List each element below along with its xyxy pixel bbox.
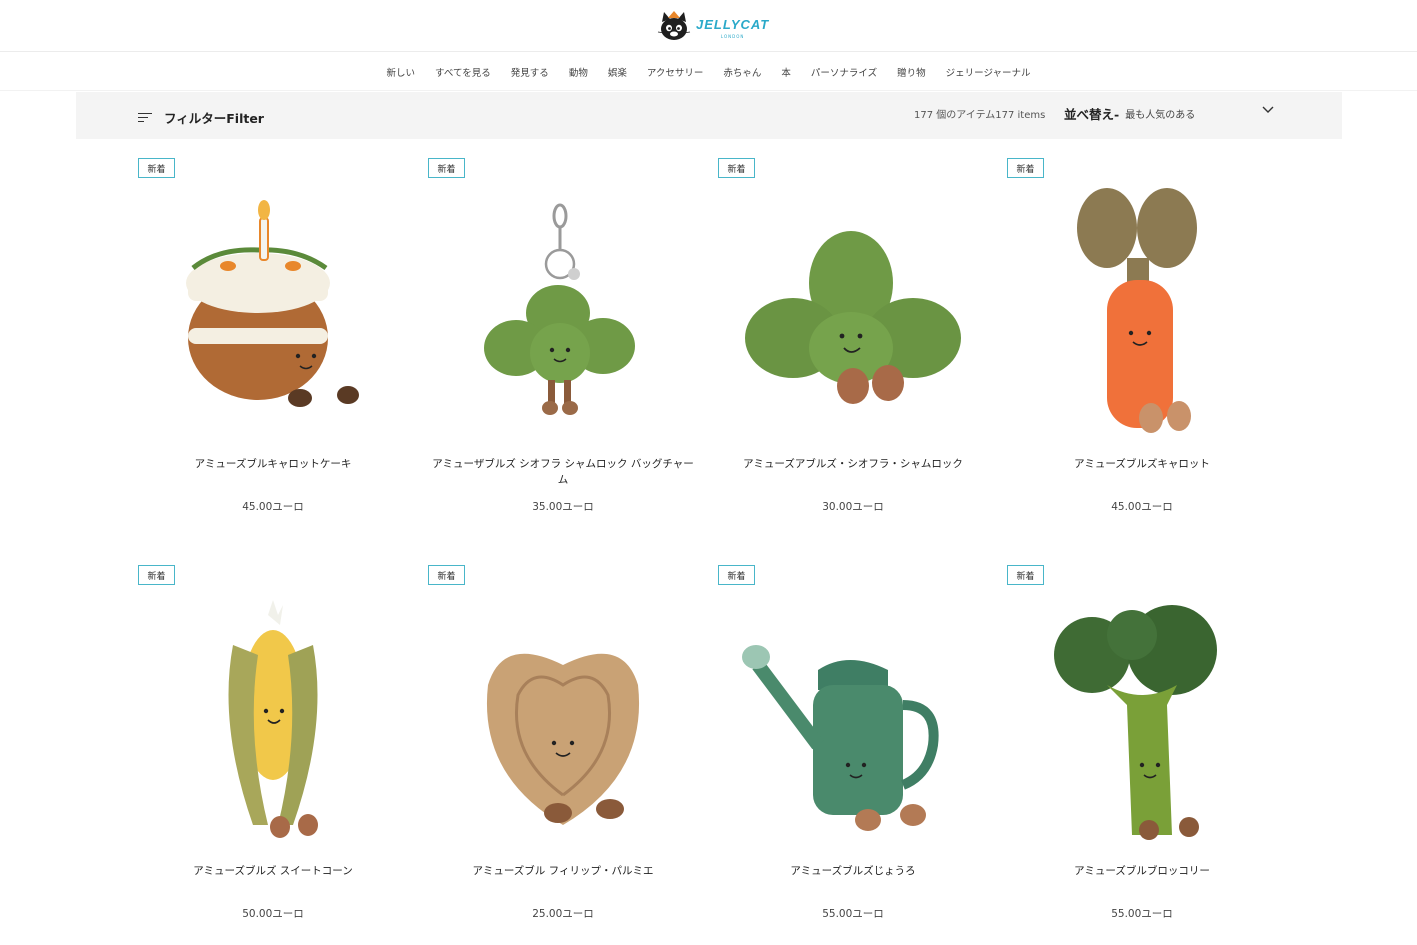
product-price: 25.00ユーロ	[532, 908, 594, 920]
cat-logo-icon	[657, 11, 691, 40]
product-price: 45.00ユーロ	[1111, 501, 1173, 513]
product-price: 45.00ユーロ	[242, 501, 304, 513]
product-card[interactable]: 新着 アミューズブルブロッコリー 55.00ユーロ	[1007, 565, 1277, 945]
product-card[interactable]: 新着 アミューズブル フィリップ・パルミエ 25.00ユーロ	[428, 565, 698, 945]
nav-item-gifts[interactable]: 贈り物	[897, 65, 926, 79]
product-name[interactable]: アミューズブルズ スイートコーン	[138, 863, 408, 879]
nav-item-amuseables[interactable]: 娯楽	[608, 65, 627, 79]
product-card[interactable]: 新着 アミューズアブルズ・シオフラ・シャムロック 30.00ユーロ	[718, 158, 988, 538]
product-card[interactable]: 新着 アミューズブルズ スイートコーン 50.00ユーロ	[138, 565, 408, 945]
broccoli-plush-icon[interactable]	[1027, 595, 1257, 845]
shamrock-bag-charm-plush-icon[interactable]	[448, 188, 678, 438]
nav-item-personalise[interactable]: パーソナライズ	[811, 65, 877, 79]
product-name[interactable]: アミューズアブルズ・シオフラ・シャムロック	[718, 456, 988, 472]
product-price: 50.00ユーロ	[242, 908, 304, 920]
sweetcorn-plush-icon[interactable]	[158, 595, 388, 845]
product-card[interactable]: 新着 アミューズブルズキャロット 45.00ユーロ	[1007, 158, 1277, 538]
product-price: 55.00ユーロ	[1111, 908, 1173, 920]
filter-button[interactable]: フィルターFilter	[138, 108, 264, 127]
main-nav: 新しい すべてを見る 発見する 動物 娯楽 アクセサリー 赤ちゃん 本 パーソナ…	[0, 53, 1417, 91]
brand-logo[interactable]: JELLYCAT LONDON	[656, 8, 769, 44]
product-card[interactable]: 新着 アミューザブルズ シオフラ シャムロック バッグチャーム 35.00ユーロ	[428, 158, 698, 538]
nav-item-baby[interactable]: 赤ちゃん	[723, 65, 761, 79]
nav-item-animals[interactable]: 動物	[569, 65, 588, 79]
filter-icon	[138, 112, 152, 124]
new-badge: 新着	[718, 158, 755, 178]
sort-label: 並べ替え-	[1064, 107, 1120, 122]
product-name[interactable]: アミューズブル フィリップ・パルミエ	[428, 863, 698, 879]
product-name[interactable]: アミューザブルズ シオフラ シャムロック バッグチャーム	[428, 456, 698, 488]
product-price: 55.00ユーロ	[822, 908, 884, 920]
sort-select[interactable]: 並べ替え- 最も人気のある	[1064, 104, 1195, 123]
product-card[interactable]: 新着 アミューズブルキャロットケーキ 45.00ユーロ	[138, 158, 408, 538]
nav-item-discover[interactable]: 発見する	[511, 65, 549, 79]
product-card[interactable]: 新着 アミューズブルズじょうろ 55.00ユーロ	[718, 565, 988, 945]
new-badge: 新着	[1007, 565, 1044, 585]
nav-item-journal[interactable]: ジェリージャーナル	[946, 65, 1031, 79]
new-badge: 新着	[428, 158, 465, 178]
sort-value: 最も人気のある	[1125, 110, 1196, 121]
site-header: JELLYCAT LONDON	[0, 0, 1417, 52]
brand-sub: LONDON	[720, 33, 745, 39]
nav-item-new[interactable]: 新しい	[387, 65, 416, 79]
carrot-plush-icon[interactable]	[1027, 188, 1257, 438]
product-name[interactable]: アミューズブルズじょうろ	[718, 863, 988, 879]
product-name[interactable]: アミューズブルブロッコリー	[1007, 863, 1277, 879]
nav-item-accessories[interactable]: アクセサリー	[647, 65, 704, 79]
filter-sort-bar: フィルターFilter 177 個のアイテム177 items 並べ替え- 最も…	[76, 92, 1342, 139]
item-count: 177 個のアイテム177 items	[914, 110, 1046, 121]
new-badge: 新着	[138, 158, 175, 178]
product-price: 30.00ユーロ	[822, 501, 884, 513]
new-badge: 新着	[138, 565, 175, 585]
new-badge: 新着	[428, 565, 465, 585]
filter-label: フィルターFilter	[164, 111, 264, 126]
product-name[interactable]: アミューズブルキャロットケーキ	[138, 456, 408, 472]
watering-can-plush-icon[interactable]	[738, 595, 968, 845]
new-badge: 新着	[718, 565, 755, 585]
nav-item-books[interactable]: 本	[781, 65, 791, 79]
nav-item-all[interactable]: すべてを見る	[435, 65, 491, 79]
new-badge: 新着	[1007, 158, 1044, 178]
brand-name: JELLYCAT	[696, 16, 770, 32]
carrot-cake-plush-icon[interactable]	[158, 188, 388, 438]
shamrock-plush-icon[interactable]	[738, 188, 968, 438]
product-name[interactable]: アミューズブルズキャロット	[1007, 456, 1277, 472]
product-price: 35.00ユーロ	[532, 501, 594, 513]
chevron-down-icon[interactable]	[1262, 106, 1274, 114]
palmier-plush-icon[interactable]	[448, 595, 678, 845]
